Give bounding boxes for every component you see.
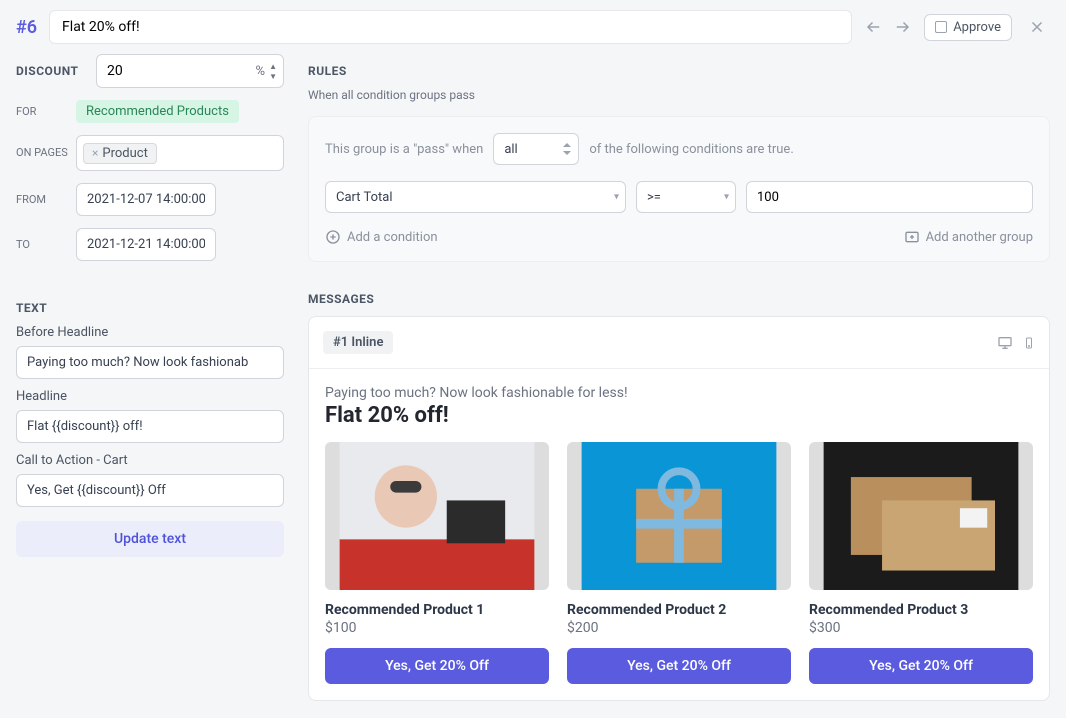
group-suffix: of the following conditions are true. (589, 142, 793, 157)
discount-stepper[interactable]: ▲ ▼ (269, 62, 277, 81)
product-image (325, 442, 549, 590)
group-prefix: This group is a "pass" when (325, 142, 483, 157)
product-title: Recommended Product 2 (567, 602, 791, 618)
for-tag[interactable]: Recommended Products (76, 100, 239, 123)
desktop-icon[interactable] (997, 335, 1013, 351)
before-headline-input[interactable] (16, 346, 284, 379)
close-icon[interactable] (1024, 14, 1050, 40)
condition-field-value: Cart Total (336, 190, 393, 205)
approve-label: Approve (953, 20, 1001, 35)
headline-input[interactable] (16, 410, 284, 443)
for-label: FOR (16, 105, 68, 118)
plus-circle-icon (325, 229, 341, 245)
mobile-icon[interactable] (1023, 335, 1035, 351)
cta-input[interactable] (16, 474, 284, 507)
discount-input-wrap[interactable]: % ▲ ▼ (96, 54, 284, 88)
update-text-button[interactable]: Update text (16, 521, 284, 557)
chevron-down-icon: ▾ (724, 192, 729, 203)
product-price: $100 (325, 620, 549, 636)
headline-label: Headline (16, 389, 284, 404)
discount-input[interactable] (107, 63, 256, 79)
rules-group: This group is a "pass" when all of the f… (308, 116, 1050, 262)
from-label: FROM (16, 193, 68, 206)
condition-operator-value: >= (647, 190, 661, 205)
messages-heading: MESSAGES (308, 292, 1050, 306)
chip-label: Product (102, 146, 147, 161)
cta-label: Call to Action - Cart (16, 453, 284, 468)
message-badge[interactable]: #1 Inline (323, 331, 393, 354)
discount-unit: % (256, 64, 266, 79)
approve-button[interactable]: Approve (924, 14, 1012, 41)
from-date-input[interactable] (76, 183, 216, 216)
product-cta-button[interactable]: Yes, Get 20% Off (809, 648, 1033, 684)
to-date-input[interactable] (76, 228, 216, 261)
messages-card: #1 Inline Paying too much? Now look fash… (308, 316, 1050, 701)
chevron-down-icon[interactable]: ▼ (269, 72, 277, 81)
approve-checkbox (935, 21, 947, 33)
text-section-head: TEXT (16, 301, 284, 315)
page-id: #6 (16, 17, 37, 38)
group-mode-value: all (504, 142, 517, 157)
before-headline-label: Before Headline (16, 325, 284, 340)
next-arrow[interactable] (892, 17, 912, 37)
page-chip-product[interactable]: × Product (83, 143, 157, 164)
discount-label: DISCOUNT (16, 64, 88, 78)
product-cta-button[interactable]: Yes, Get 20% Off (325, 648, 549, 684)
prev-arrow[interactable] (864, 17, 884, 37)
product-cta-button[interactable]: Yes, Get 20% Off (567, 648, 791, 684)
product-card: Recommended Product 2 $200 Yes, Get 20% … (567, 442, 791, 684)
add-group-label: Add another group (926, 230, 1033, 245)
product-price: $200 (567, 620, 791, 636)
product-title: Recommended Product 1 (325, 602, 549, 618)
product-card: Recommended Product 1 $100 Yes, Get 20% … (325, 442, 549, 684)
add-group-button[interactable]: Add another group (904, 229, 1033, 245)
add-condition-label: Add a condition (347, 230, 438, 245)
chip-remove-icon[interactable]: × (92, 146, 98, 160)
preview-before-headline: Paying too much? Now look fashionable fo… (325, 385, 1033, 401)
product-image (809, 442, 1033, 590)
product-image (567, 442, 791, 590)
rules-heading: RULES (308, 64, 1050, 78)
add-condition-button[interactable]: Add a condition (325, 229, 438, 245)
on-pages-input[interactable]: × Product (76, 135, 284, 171)
chevron-down-icon (562, 143, 572, 155)
plus-folder-icon (904, 229, 920, 245)
chevron-down-icon: ▾ (614, 192, 619, 203)
campaign-title-input[interactable] (49, 10, 852, 44)
chevron-up-icon[interactable]: ▲ (269, 62, 277, 71)
rules-subtitle: When all condition groups pass (308, 88, 1050, 102)
condition-field-select[interactable]: Cart Total ▾ (325, 181, 626, 213)
product-price: $300 (809, 620, 1033, 636)
group-mode-select[interactable]: all (493, 133, 579, 165)
condition-operator-select[interactable]: >= ▾ (636, 181, 736, 213)
condition-value-input[interactable] (746, 181, 1033, 213)
preview-headline: Flat 20% off! (325, 403, 1033, 428)
product-card: Recommended Product 3 $300 Yes, Get 20% … (809, 442, 1033, 684)
product-title: Recommended Product 3 (809, 602, 1033, 618)
to-label: TO (16, 238, 68, 251)
on-pages-label: ON PAGES (16, 146, 68, 159)
